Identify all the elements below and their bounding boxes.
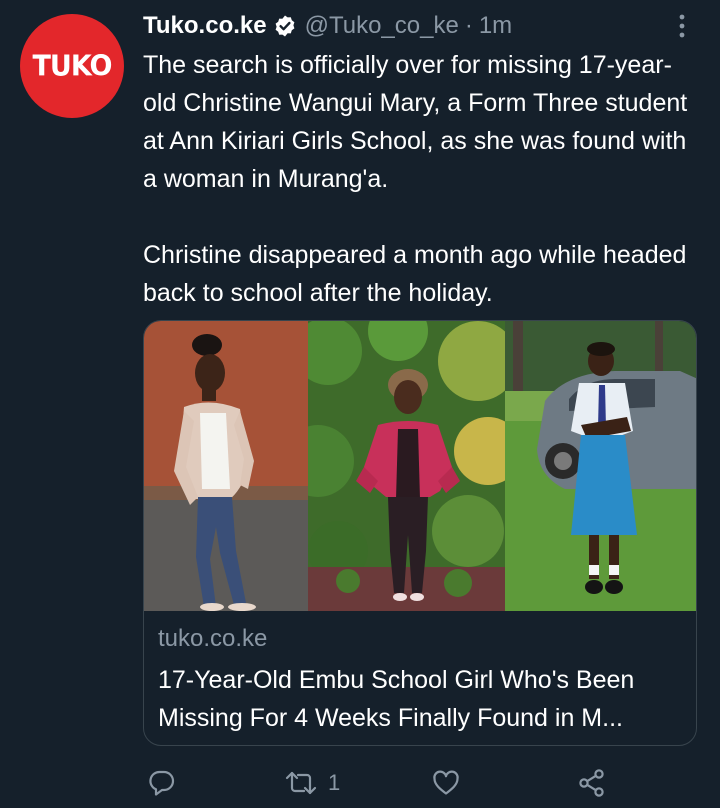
tweet-text: The search is officially over for missin…	[143, 46, 703, 312]
card-photo-right	[505, 321, 696, 611]
like-button[interactable]	[431, 768, 461, 798]
tweet-paragraph: Christine disappeared a month ago while …	[143, 241, 687, 307]
retweet-button[interactable]: 1	[284, 768, 340, 798]
tuko-logo: TUKO	[32, 49, 112, 83]
avatar[interactable]: TUKO	[20, 14, 124, 118]
tweet-timestamp[interactable]: 1m	[479, 12, 512, 40]
verified-badge-icon	[273, 14, 297, 38]
retweet-icon	[284, 768, 318, 798]
tweet-paragraph: The search is officially over for missin…	[143, 51, 688, 193]
tweet-header: Tuko.co.ke @Tuko_co_ke · 1m	[143, 8, 512, 44]
card-image-collage[interactable]	[144, 321, 696, 611]
share-icon	[577, 768, 607, 798]
share-button[interactable]	[577, 768, 607, 798]
reply-icon	[147, 768, 177, 798]
header-separator: ·	[464, 12, 473, 39]
link-card[interactable]: tuko.co.ke 17-Year-Old Embu School Girl …	[143, 320, 697, 746]
tweet-actions: 1	[143, 760, 703, 808]
author-name[interactable]: Tuko.co.ke	[143, 12, 267, 40]
card-photo-middle	[308, 321, 505, 611]
tweet[interactable]: TUKO Tuko.co.ke @Tuko_co_ke · 1m The sea…	[0, 0, 720, 808]
card-title[interactable]: 17-Year-Old Embu School Girl Who's Been …	[158, 661, 688, 737]
card-photo-left	[144, 321, 308, 611]
card-domain: tuko.co.ke	[158, 625, 268, 652]
retweet-count: 1	[328, 770, 341, 795]
reply-button[interactable]	[147, 768, 177, 798]
more-options-icon[interactable]	[672, 12, 692, 40]
author-handle[interactable]: @Tuko_co_ke	[305, 12, 459, 40]
like-icon	[431, 768, 461, 798]
